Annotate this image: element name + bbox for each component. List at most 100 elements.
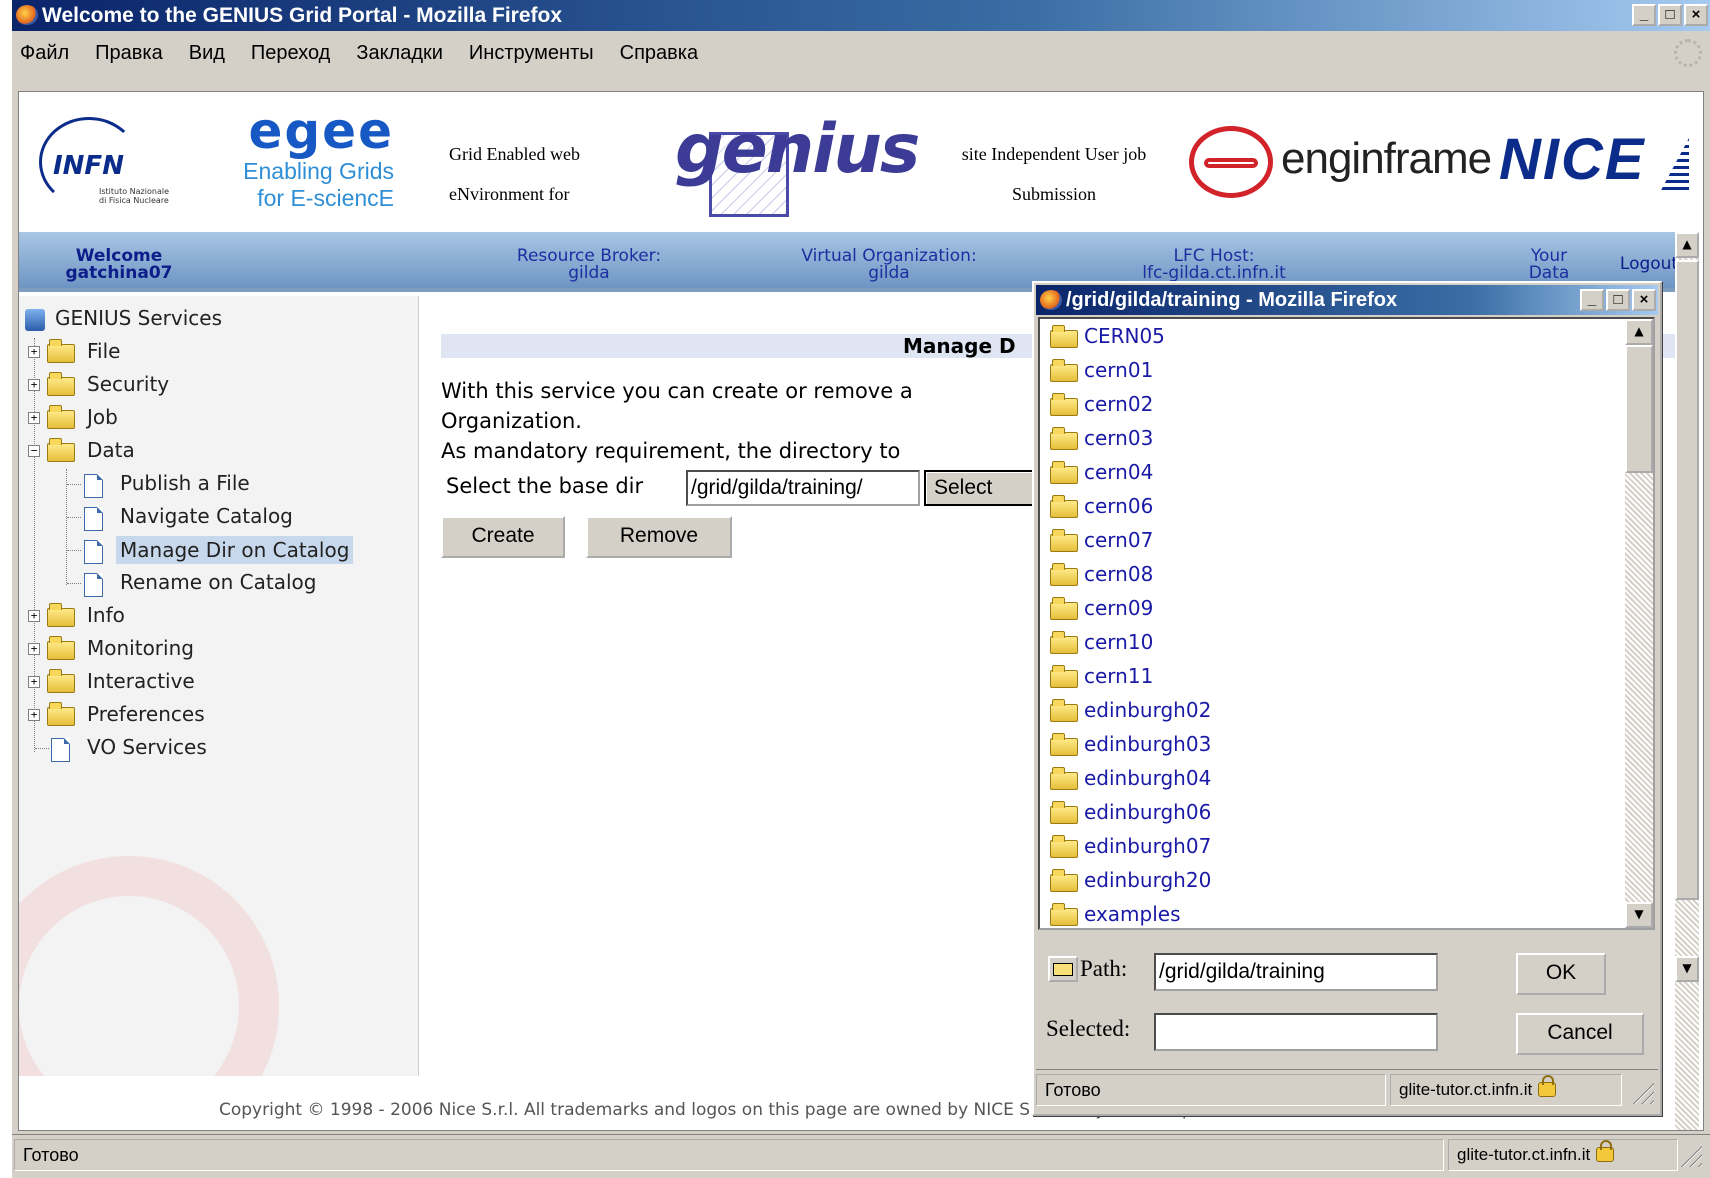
menu-bookmarks[interactable]: Закладки (356, 42, 443, 65)
genius-acronym-line-3: site Independent User job (961, 144, 1147, 164)
egee-logo-text: egee (248, 102, 394, 160)
folder-item[interactable]: cern10 (1040, 625, 1620, 659)
tree-guide-line (34, 338, 35, 752)
folder-item[interactable]: cern06 (1040, 489, 1620, 523)
menu-go[interactable]: Переход (251, 42, 330, 65)
scroll-down-button[interactable]: ▼ (1675, 956, 1699, 982)
folder-item[interactable]: cern02 (1040, 387, 1620, 421)
popup-resize-grip-icon[interactable] (1632, 1082, 1654, 1104)
close-button[interactable]: × (1684, 4, 1708, 26)
remove-button[interactable]: Remove (586, 516, 732, 558)
folder-item[interactable]: examples (1040, 897, 1620, 928)
folder-name: cern09 (1084, 596, 1154, 620)
cancel-button[interactable]: Cancel (1516, 1013, 1644, 1055)
menu-view[interactable]: Вид (189, 42, 225, 65)
scroll-thumb[interactable] (1675, 260, 1699, 900)
folder-list[interactable]: CERN05 cern01 cern02 cern03 cern04 cern0… (1038, 317, 1655, 930)
popup-status-text: Готово (1036, 1074, 1386, 1106)
folder-item[interactable]: edinburgh02 (1040, 693, 1620, 727)
folder-icon (1050, 903, 1078, 926)
egee-subtitle-1: Enabling Grids (243, 158, 394, 184)
folder-item[interactable]: cern04 (1040, 455, 1620, 489)
folder-item[interactable]: cern08 (1040, 557, 1620, 591)
egee-subtitle-2: for E-sciencE (257, 185, 394, 211)
expand-icon[interactable]: + (28, 346, 40, 358)
popup-maximize-button[interactable]: □ (1606, 289, 1630, 311)
menu-edit[interactable]: Правка (95, 42, 163, 65)
folder-item[interactable]: cern11 (1040, 659, 1620, 693)
minimize-button[interactable]: _ (1632, 4, 1656, 26)
ok-button[interactable]: OK (1516, 953, 1606, 995)
menu-bar: Файл Правка Вид Переход Закладки Инструм… (12, 33, 1710, 73)
tree-item-label: VO Services (87, 735, 207, 759)
expand-icon[interactable]: + (28, 610, 40, 622)
base-dir-input[interactable]: /grid/gilda/training/ (686, 470, 920, 506)
selected-input[interactable] (1154, 1013, 1438, 1051)
tree-item-label: Publish a File (120, 471, 250, 495)
folder-item[interactable]: edinburgh03 (1040, 727, 1620, 761)
folder-name: cern10 (1084, 630, 1154, 654)
expand-icon[interactable]: + (28, 379, 40, 391)
infn-subtitle-2: di Fisica Nucleare (99, 196, 169, 205)
folder-list-scrollbar[interactable]: ▲ ▼ (1625, 319, 1653, 928)
folder-scroll-down-button[interactable]: ▼ (1625, 902, 1653, 928)
menu-help[interactable]: Справка (620, 42, 698, 65)
genius-acronym-line-4: Submission (1011, 184, 1097, 204)
folder-name: edinburgh07 (1084, 834, 1212, 858)
tree-item-label-selected: Manage Dir on Catalog (116, 536, 354, 564)
popup-window-controls: _ □ × (1580, 289, 1656, 311)
scroll-up-button[interactable]: ▲ (1675, 232, 1699, 258)
create-button[interactable]: Create (441, 516, 565, 558)
expand-icon[interactable]: + (28, 412, 40, 424)
genius-logo: genius (669, 110, 920, 220)
folder-icon (1050, 563, 1078, 586)
folder-item[interactable]: cern09 (1040, 591, 1620, 625)
popup-status-host-cell: glite-tutor.ct.infn.it (1390, 1074, 1622, 1106)
window-controls: _ □ × (1632, 4, 1708, 26)
popup-title: /grid/gilda/training - Mozilla Firefox (1066, 289, 1398, 311)
your-data-line-2: Data (1528, 263, 1570, 283)
genius-acronym-line-2: eNvironment for (449, 184, 570, 204)
maximize-button[interactable]: □ (1658, 4, 1682, 26)
folder-item[interactable]: edinburgh04 (1040, 761, 1620, 795)
welcome-block: Welcome gatchina07 (59, 248, 179, 282)
your-data-link[interactable]: Your Data (1519, 248, 1579, 282)
tree-item-label: Security (87, 372, 170, 396)
folder-icon (1050, 393, 1078, 416)
folder-item[interactable]: edinburgh07 (1040, 829, 1620, 863)
directory-picker-window: /grid/gilda/training - Mozilla Firefox _… (1032, 281, 1662, 1116)
folder-item[interactable]: edinburgh20 (1040, 863, 1620, 897)
popup-titlebar[interactable]: /grid/gilda/training - Mozilla Firefox _… (1036, 285, 1658, 315)
menu-file[interactable]: Файл (20, 42, 69, 65)
select-dir-button[interactable]: Select (924, 470, 1044, 506)
tree-branch-line (67, 484, 81, 485)
page-scrollbar[interactable]: ▲ ▼ (1675, 232, 1699, 1130)
folder-scroll-up-button[interactable]: ▲ (1625, 319, 1653, 345)
folder-item[interactable]: cern01 (1040, 353, 1620, 387)
popup-minimize-button[interactable]: _ (1580, 289, 1604, 311)
folder-name: cern01 (1084, 358, 1154, 382)
folder-name: cern03 (1084, 426, 1154, 450)
folder-icon (1050, 427, 1078, 450)
folder-icon (1050, 495, 1078, 518)
browser-status-bar: Готово glite-tutor.ct.infn.it (12, 1134, 1710, 1174)
path-input[interactable]: /grid/gilda/training (1154, 953, 1438, 991)
collapse-icon[interactable]: − (28, 445, 40, 457)
folder-icon (1050, 665, 1078, 688)
folder-item[interactable]: CERN05 (1040, 319, 1620, 353)
expand-icon[interactable]: + (28, 643, 40, 655)
folder-item[interactable]: cern07 (1040, 523, 1620, 557)
expand-icon[interactable]: + (28, 676, 40, 688)
folder-item[interactable]: edinburgh06 (1040, 795, 1620, 829)
popup-status-bar: Готово glite-tutor.ct.infn.it (1036, 1069, 1658, 1111)
folder-scroll-thumb[interactable] (1625, 345, 1653, 473)
folder-icon (1050, 359, 1078, 382)
expand-icon[interactable]: + (28, 709, 40, 721)
folder-item[interactable]: cern03 (1040, 421, 1620, 455)
parent-folder-icon[interactable] (1048, 956, 1078, 982)
menu-tools[interactable]: Инструменты (469, 42, 594, 65)
browser-titlebar[interactable]: Welcome to the GENIUS Grid Portal - Mozi… (12, 0, 1710, 31)
popup-close-button[interactable]: × (1632, 289, 1656, 311)
resize-grip-icon[interactable] (1680, 1145, 1702, 1167)
tree-item-label: Preferences (87, 702, 205, 726)
